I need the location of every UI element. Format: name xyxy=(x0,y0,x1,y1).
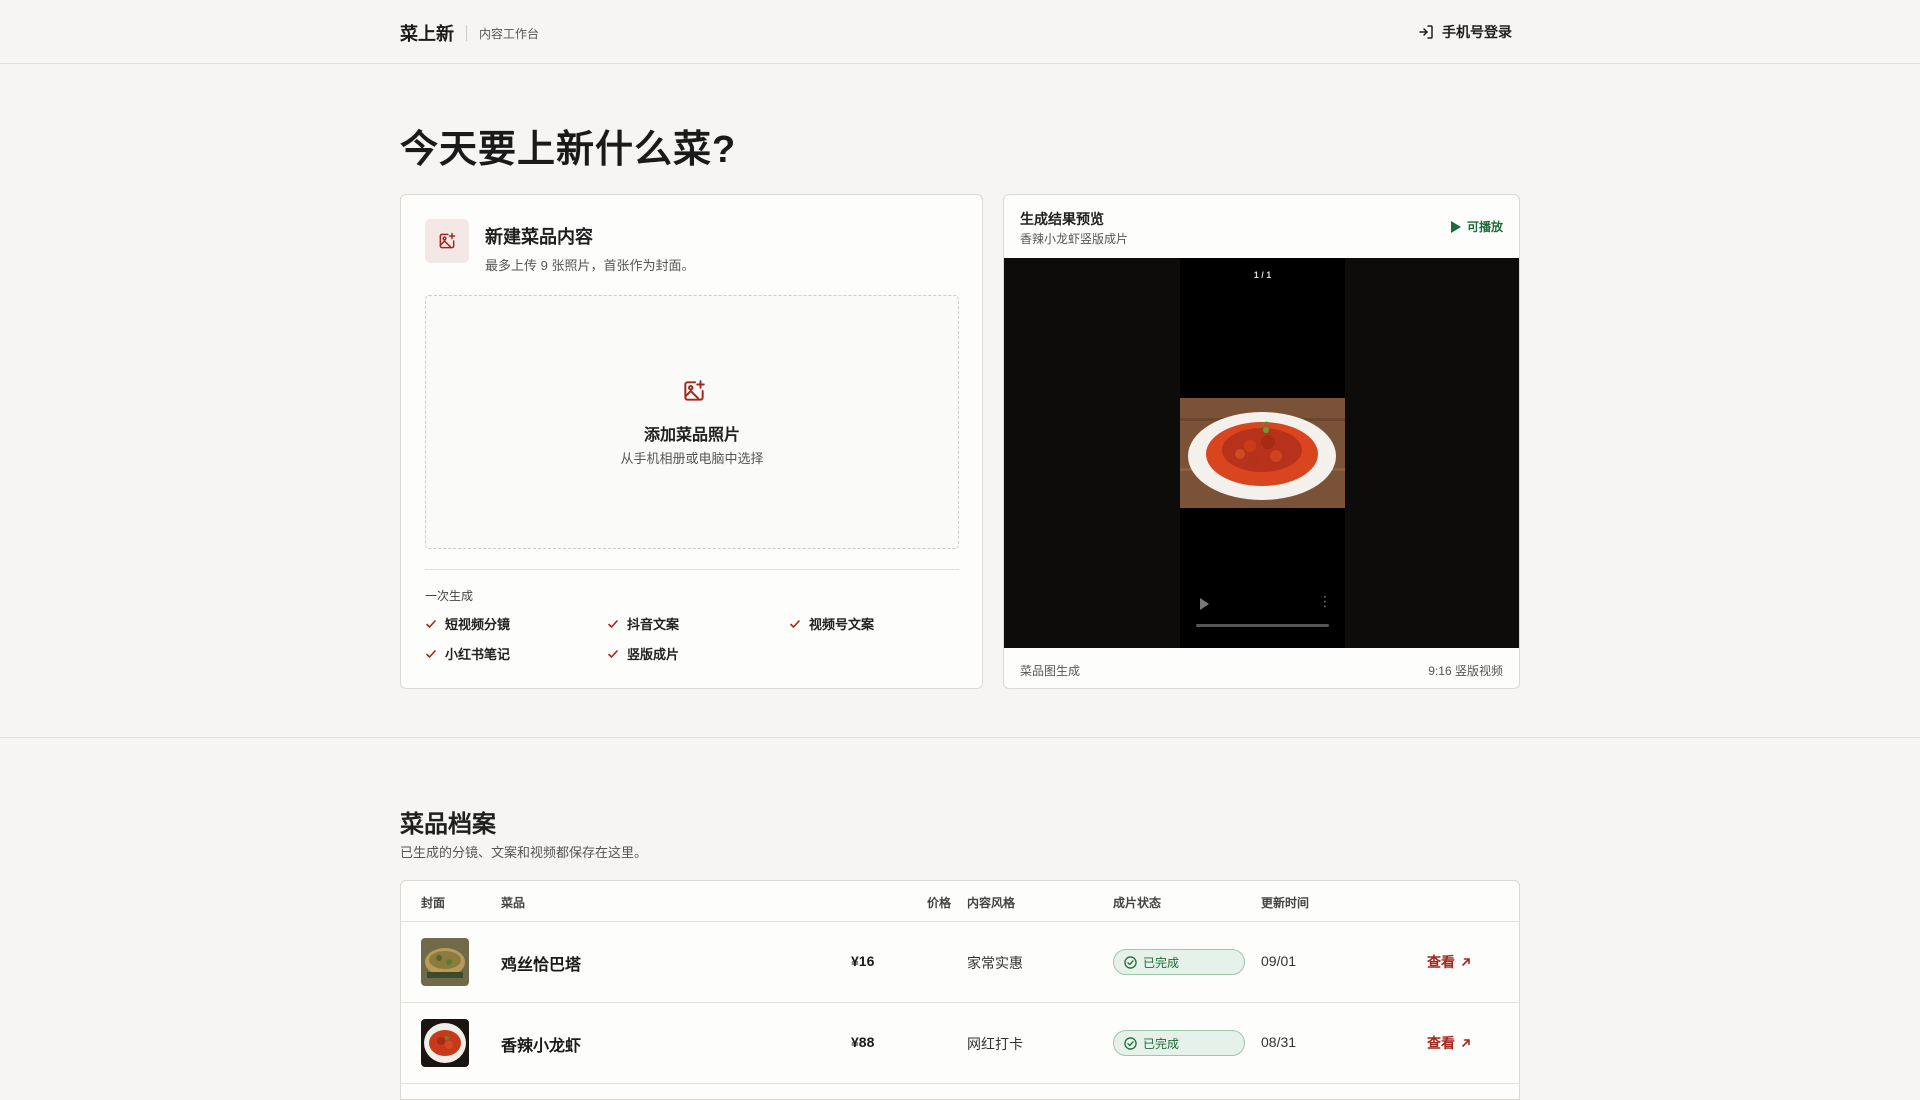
divider xyxy=(425,569,959,570)
brand[interactable]: 菜上新 内容工作台 xyxy=(400,20,539,46)
status-label: 已完成 xyxy=(1143,955,1180,970)
column-header: 内容风格 xyxy=(967,896,1016,910)
column-header: 菜品 xyxy=(501,896,526,910)
video-player[interactable]: 1 / 1 ⋮ xyxy=(1004,258,1519,648)
dish-photo xyxy=(1180,398,1345,508)
output-item: 短视频分镜 xyxy=(425,614,510,633)
more-options-icon[interactable]: ⋮ xyxy=(1318,594,1332,608)
table-header: 封面 菜品 价格 内容风格 成片状态 更新时间 xyxy=(401,881,1519,922)
updated-time: 08/31 xyxy=(1261,1034,1297,1050)
login-label: 手机号登录 xyxy=(1442,24,1512,40)
add-photo-icon xyxy=(684,380,705,401)
column-header: 成片状态 xyxy=(1113,896,1162,910)
page-title: 今天要上新什么菜? xyxy=(400,129,737,171)
status-label: 已完成 xyxy=(1143,1036,1180,1051)
view-link[interactable]: 查看 xyxy=(1427,1033,1471,1053)
output-label: 小红书笔记 xyxy=(445,647,511,662)
check-icon xyxy=(426,619,436,628)
table-row[interactable]: 鸡丝恰巴塔 ¥16 家常实惠 已完成 09/01 查看 xyxy=(401,922,1519,1003)
output-item: 抖音文案 xyxy=(607,614,679,633)
dish-name: 鸡丝恰巴塔 xyxy=(501,957,582,974)
result-preview-card: 生成结果预览 香辣小龙虾竖版成片 可播放 1 / 1 ⋮ 菜品图生成 9:16 … xyxy=(1003,194,1520,689)
brand-divider xyxy=(466,25,467,41)
arrow-up-right-icon xyxy=(1462,1039,1470,1047)
play-icon xyxy=(1450,220,1461,233)
playable-button[interactable]: 可播放 xyxy=(1450,218,1503,235)
video-play-control[interactable] xyxy=(1200,598,1209,610)
brand-name: 菜上新 xyxy=(400,24,454,44)
output-label: 视频号文案 xyxy=(809,617,875,632)
check-icon xyxy=(608,619,618,628)
output-item: 小红书笔记 xyxy=(425,644,510,663)
preview-title: 生成结果预览 xyxy=(1020,211,1104,227)
check-icon xyxy=(426,649,436,658)
content-style: 网红打卡 xyxy=(967,1036,1023,1052)
phone-login-button[interactable]: 手机号登录 xyxy=(1418,22,1512,42)
new-dish-title: 新建菜品内容 xyxy=(485,227,593,247)
check-circle-icon xyxy=(1124,955,1137,969)
generate-label: 一次生成 xyxy=(425,589,474,603)
slide-counter: 1 / 1 xyxy=(1253,270,1272,280)
playable-label: 可播放 xyxy=(1466,220,1503,234)
status-badge: 已完成 xyxy=(1113,949,1245,975)
dropzone-subtitle: 从手机相册或电脑中选择 xyxy=(620,451,764,466)
output-label: 抖音文案 xyxy=(627,617,680,632)
archive-description: 已生成的分镜、文案和视频都保存在这里。 xyxy=(400,845,648,860)
top-bar: 菜上新 内容工作台 手机号登录 xyxy=(0,0,1920,64)
preview-source: 菜品图生成 xyxy=(1020,664,1081,678)
arrow-up-right-icon xyxy=(1462,958,1470,966)
output-label: 竖版成片 xyxy=(627,647,680,662)
brand-subtitle: 内容工作台 xyxy=(479,26,540,41)
view-link[interactable]: 查看 xyxy=(1427,952,1471,972)
photo-dropzone[interactable]: 添加菜品照片 从手机相册或电脑中选择 xyxy=(425,295,959,549)
dropzone-title: 添加菜品照片 xyxy=(643,427,740,444)
check-icon xyxy=(608,649,618,658)
section-divider xyxy=(0,737,1920,738)
view-label: 查看 xyxy=(1427,1035,1455,1051)
dish-name: 香辣小龙虾 xyxy=(501,1038,582,1055)
dish-price: ¥16 xyxy=(851,953,875,969)
check-circle-icon xyxy=(1124,1036,1137,1050)
output-label: 短视频分镜 xyxy=(445,617,511,632)
dish-cover xyxy=(421,938,469,986)
check-icon xyxy=(790,619,800,628)
status-badge: 已完成 xyxy=(1113,1030,1245,1056)
column-header: 封面 xyxy=(421,896,446,910)
new-dish-description: 最多上传 9 张照片，首张作为封面。 xyxy=(485,258,695,273)
output-item: 竖版成片 xyxy=(607,644,679,663)
archive-title: 菜品档案 xyxy=(400,811,496,838)
dish-price: ¥88 xyxy=(851,1034,875,1050)
preview-format: 9:16 竖版视频 xyxy=(1428,664,1503,678)
vertical-video-frame: 1 / 1 ⋮ xyxy=(1180,258,1345,648)
dish-cover xyxy=(421,1019,469,1067)
updated-time: 09/01 xyxy=(1261,953,1297,969)
new-dish-card: 新建菜品内容 最多上传 9 张照片，首张作为封面。 添加菜品照片 从手机相册或电… xyxy=(400,194,983,689)
column-header: 更新时间 xyxy=(1261,896,1310,910)
column-header: 价格 xyxy=(927,896,952,910)
add-photo-icon xyxy=(425,219,469,263)
table-row[interactable]: 香辣小龙虾 ¥88 网红打卡 已完成 08/31 查看 xyxy=(401,1003,1519,1084)
output-item: 视频号文案 xyxy=(789,614,874,633)
view-label: 查看 xyxy=(1427,954,1455,970)
login-icon xyxy=(1419,25,1433,39)
dish-archive-table: 封面 菜品 价格 内容风格 成片状态 更新时间 鸡丝恰巴塔 ¥16 家常实惠 已… xyxy=(400,880,1520,1100)
video-progress-bar[interactable] xyxy=(1196,624,1329,627)
content-style: 家常实惠 xyxy=(967,955,1023,971)
preview-subtitle: 香辣小龙虾竖版成片 xyxy=(1020,232,1129,246)
